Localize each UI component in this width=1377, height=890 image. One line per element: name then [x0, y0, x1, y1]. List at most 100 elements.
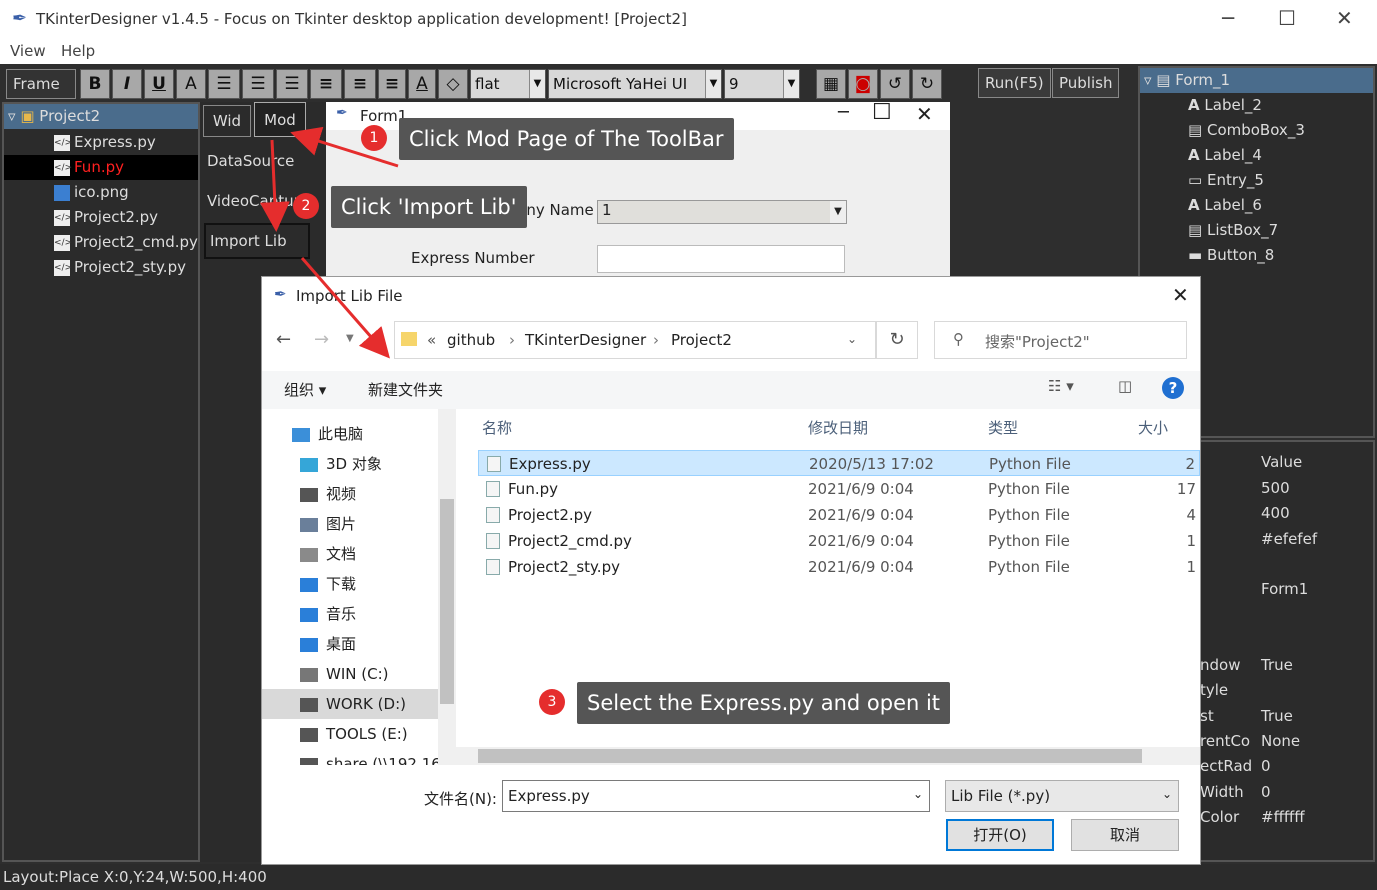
sidebar-item[interactable]: 视频	[300, 479, 356, 509]
widget-item[interactable]: A Label_6	[1188, 193, 1262, 218]
widget-item[interactable]: ▤ ComboBox_3	[1188, 118, 1305, 143]
grid-icon[interactable]: ▦	[816, 69, 846, 99]
chevron-down-icon[interactable]: ⌄	[847, 332, 857, 346]
preview-pane-icon[interactable]: ◫	[1118, 377, 1132, 395]
minimize-icon[interactable]: ─	[838, 102, 849, 123]
mod-item-import-lib[interactable]: Import Lib	[204, 223, 310, 259]
align-middle-icon[interactable]: ≡	[344, 69, 376, 99]
file-row[interactable]: Project2_cmd.py 2021/6/9 0:04 Python File 1	[478, 528, 1200, 554]
close-button[interactable]: ✕	[1336, 6, 1353, 30]
widget-item[interactable]: ▤ ListBox_7	[1188, 218, 1278, 243]
property-value[interactable]: 0	[1261, 783, 1271, 801]
align-center-icon[interactable]: ☰	[242, 69, 274, 99]
breadcrumb-tkinterdesigner[interactable]: TKinterDesigner	[525, 331, 646, 349]
property-value[interactable]: None	[1261, 732, 1300, 750]
close-icon[interactable]: ✕	[916, 102, 933, 126]
sidebar-item[interactable]: WORK (D:)	[262, 689, 438, 719]
organize-menu[interactable]: 组织 ▾	[284, 379, 326, 400]
italic-button[interactable]: I	[112, 69, 142, 99]
sidebar-item[interactable]: 桌面	[300, 629, 356, 659]
tab-mod[interactable]: Mod	[254, 102, 306, 137]
sidebar-item[interactable]: 此电脑	[292, 419, 363, 449]
sidebar-scroll-thumb[interactable]	[440, 499, 454, 704]
fill-color-icon[interactable]: ◇	[438, 69, 468, 99]
express-number-entry[interactable]	[597, 245, 845, 273]
maximize-button[interactable]: ☐	[1278, 6, 1296, 30]
widget-root[interactable]: ▿ ▤ Form_1	[1140, 68, 1373, 93]
widget-item[interactable]: A Label_4	[1188, 143, 1262, 168]
up-icon[interactable]: ↑	[368, 329, 383, 350]
file-row[interactable]: Fun.py 2021/6/9 0:04 Python File 17	[478, 476, 1200, 502]
publish-button[interactable]: Publish	[1052, 68, 1120, 98]
file-row[interactable]: Project2.py 2021/6/9 0:04 Python File 4	[478, 502, 1200, 528]
address-bar[interactable]: « github › TKinterDesigner › Project2 ⌄	[394, 321, 876, 359]
widget-item[interactable]: ▬ Button_8	[1188, 243, 1274, 268]
tree-item-file[interactable]: ico.png	[54, 180, 129, 205]
text-color-icon[interactable]: A	[408, 69, 436, 99]
breadcrumb-overflow[interactable]: «	[427, 331, 436, 349]
menu-help[interactable]: Help	[61, 42, 95, 60]
sidebar-item[interactable]: WIN (C:)	[300, 659, 388, 689]
company-combobox[interactable]: 1 ▼	[597, 200, 847, 224]
cancel-button[interactable]: 取消	[1071, 819, 1179, 851]
property-value[interactable]: 500	[1261, 479, 1290, 497]
font-select[interactable]: Microsoft YaHei UI ▼	[548, 69, 722, 99]
font-button[interactable]: A	[176, 69, 206, 99]
align-right-icon[interactable]: ☰	[276, 69, 308, 99]
column-size[interactable]: 大小	[1138, 417, 1168, 438]
property-value[interactable]: True	[1261, 707, 1293, 725]
bold-button[interactable]: B	[80, 69, 110, 99]
align-left-icon[interactable]: ☰	[208, 69, 240, 99]
sidebar-item[interactable]: share (\\192.16	[300, 749, 441, 765]
tree-item-file-selected[interactable]: </> Fun.py	[4, 155, 198, 180]
mod-item-datasource[interactable]: DataSource	[207, 152, 294, 170]
back-icon[interactable]: ←	[276, 329, 291, 350]
widget-item[interactable]: A Label_2	[1188, 93, 1262, 118]
sidebar-item[interactable]: 3D 对象	[300, 449, 382, 479]
horizontal-scrollbar[interactable]	[456, 747, 1200, 765]
align-top-icon[interactable]: ≡	[310, 69, 342, 99]
tree-item-file[interactable]: </> Express.py	[54, 130, 156, 155]
tree-item-file[interactable]: </> Project2_sty.py	[54, 255, 186, 280]
minimize-button[interactable]: ─	[1222, 6, 1234, 30]
tab-wid[interactable]: Wid	[203, 105, 251, 137]
new-folder-button[interactable]: 新建文件夹	[368, 379, 443, 400]
property-value[interactable]: #ffffff	[1261, 808, 1305, 826]
property-value[interactable]: 0	[1261, 757, 1271, 775]
property-value[interactable]: True	[1261, 656, 1293, 674]
align-bottom-icon[interactable]: ≡	[378, 69, 406, 99]
frame-button[interactable]: Frame	[6, 69, 76, 99]
widget-item[interactable]: ▭ Entry_5	[1188, 168, 1264, 193]
sidebar-item[interactable]: 文档	[300, 539, 356, 569]
file-row[interactable]: Express.py 2020/5/13 17:02 Python File 2	[478, 450, 1200, 476]
refresh-button[interactable]: ↻	[876, 321, 918, 359]
forward-icon[interactable]: →	[314, 329, 329, 350]
column-type[interactable]: 类型	[988, 417, 1018, 438]
magnet-icon[interactable]: ◙	[848, 69, 878, 99]
file-row[interactable]: Project2_sty.py 2021/6/9 0:04 Python File 1	[478, 554, 1200, 580]
property-value[interactable]: Form1	[1261, 580, 1308, 598]
tree-root-project2[interactable]: ▿ ▣ Project2	[4, 104, 198, 129]
undo-icon[interactable]: ↺	[880, 69, 910, 99]
tree-item-file[interactable]: </> Project2.py	[54, 205, 158, 230]
file-type-select[interactable]: Lib File (*.py) ⌄	[945, 780, 1179, 812]
breadcrumb-github[interactable]: github	[447, 331, 495, 349]
sidebar-item[interactable]: 下载	[300, 569, 356, 599]
relief-select[interactable]: flat ▼	[470, 69, 546, 99]
menu-view[interactable]: View	[10, 42, 46, 60]
column-name[interactable]: 名称	[482, 417, 512, 438]
search-input[interactable]: ⚲ 搜索"Project2"	[934, 321, 1187, 359]
dialog-close-icon[interactable]: ✕	[1172, 283, 1189, 307]
redo-icon[interactable]: ↻	[912, 69, 942, 99]
maximize-icon[interactable]: ☐	[872, 100, 892, 125]
recent-chevron-icon[interactable]: ▼	[346, 333, 354, 344]
filename-input[interactable]: Express.py ⌄	[502, 780, 930, 812]
run-button[interactable]: Run(F5)	[978, 68, 1051, 98]
view-options-icon[interactable]: ☷ ▾	[1048, 377, 1074, 395]
property-value[interactable]: #efefef	[1261, 530, 1317, 548]
sidebar-item[interactable]: 音乐	[300, 599, 356, 629]
open-button[interactable]: 打开(O)	[946, 819, 1054, 851]
sidebar-item[interactable]: TOOLS (E:)	[300, 719, 408, 749]
sidebar-item[interactable]: 图片	[300, 509, 356, 539]
breadcrumb-project2[interactable]: Project2	[671, 331, 732, 349]
